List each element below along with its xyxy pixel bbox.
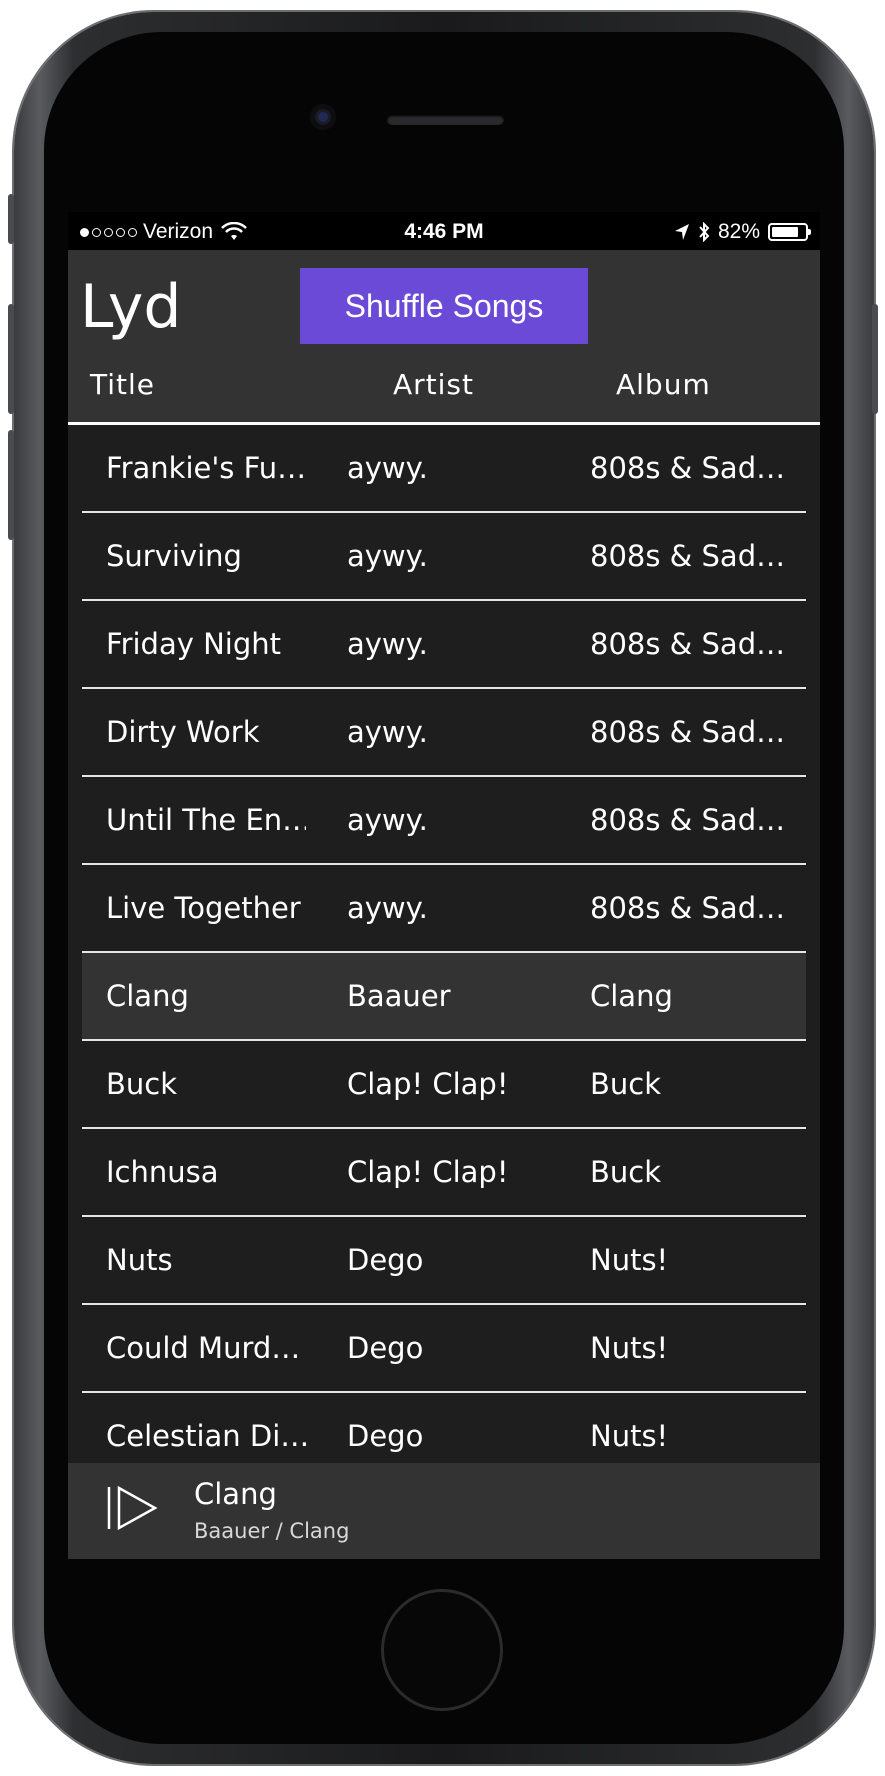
song-artist: Clap! Clap! xyxy=(347,1067,509,1101)
battery-level-fill xyxy=(772,227,799,237)
song-row[interactable]: Until The En… aywy. 808s & Sad… xyxy=(82,777,806,865)
now-playing-subtitle: Baauer / Clang xyxy=(194,1519,350,1543)
shuffle-songs-button[interactable]: Shuffle Songs xyxy=(300,268,588,344)
now-playing-title: Clang xyxy=(194,1477,277,1511)
song-album: 808s & Sad… xyxy=(590,891,786,925)
status-bar: Verizon 4:46 PM 82% xyxy=(68,212,820,250)
bluetooth-icon xyxy=(699,222,710,242)
song-row[interactable]: Friday Night aywy. 808s & Sad… xyxy=(82,601,806,689)
song-album: 808s & Sad… xyxy=(590,627,786,661)
power-button xyxy=(872,304,878,414)
song-row[interactable]: Surviving aywy. 808s & Sad… xyxy=(82,513,806,601)
play-icon[interactable] xyxy=(106,1485,158,1531)
song-artist: aywy. xyxy=(347,451,428,485)
song-row[interactable]: Clang Baauer Clang xyxy=(82,953,806,1041)
song-artist: Clap! Clap! xyxy=(347,1155,509,1189)
earpiece-speaker xyxy=(387,115,504,125)
song-list[interactable]: Frankie's Fu… aywy. 808s & Sad… Surviving ay… xyxy=(82,425,806,1475)
app-header: Lyd Shuffle Songs Title Artist Album xyxy=(68,250,820,424)
now-playing-bar[interactable]: Clang Baauer / Clang xyxy=(68,1463,820,1559)
mute-switch xyxy=(8,194,14,244)
song-artist: Dego xyxy=(347,1243,424,1277)
app-screen: Verizon 4:46 PM 82% Lyd Shuffle Songs Ti… xyxy=(68,212,820,1559)
song-title: Nuts xyxy=(106,1243,173,1277)
song-artist: Dego xyxy=(347,1331,424,1365)
song-album: 808s & Sad… xyxy=(590,451,786,485)
song-title: Could Murd… xyxy=(106,1331,301,1365)
song-album: Buck xyxy=(590,1155,662,1189)
song-album: Clang xyxy=(590,979,673,1013)
song-title: Buck xyxy=(106,1067,178,1101)
location-arrow-icon xyxy=(674,224,689,240)
song-title: Clang xyxy=(106,979,189,1013)
app-title: Lyd xyxy=(80,272,182,342)
song-album: Nuts! xyxy=(590,1331,669,1365)
song-title: Surviving xyxy=(106,539,242,573)
song-artist: aywy. xyxy=(347,539,428,573)
battery-percent: 82% xyxy=(717,220,760,243)
song-row[interactable]: Buck Clap! Clap! Buck xyxy=(82,1041,806,1129)
song-album: Nuts! xyxy=(590,1243,669,1277)
volume-down-button xyxy=(8,430,14,540)
song-title: Dirty Work xyxy=(106,715,260,749)
song-album: Buck xyxy=(590,1067,662,1101)
song-artist: aywy. xyxy=(347,715,428,749)
song-title: Until The En… xyxy=(106,803,306,837)
front-camera xyxy=(310,104,336,130)
song-row[interactable]: Dirty Work aywy. 808s & Sad… xyxy=(82,689,806,777)
column-header-artist[interactable]: Artist xyxy=(393,368,474,401)
song-row[interactable]: Ichnusa Clap! Clap! Buck xyxy=(82,1129,806,1217)
song-title: Live Together xyxy=(106,891,301,925)
song-row[interactable]: Could Murd… Dego Nuts! xyxy=(82,1305,806,1393)
song-album: 808s & Sad… xyxy=(590,803,786,837)
song-artist: Baauer xyxy=(347,979,451,1013)
battery-icon xyxy=(768,223,811,241)
song-row[interactable]: Live Together aywy. 808s & Sad… xyxy=(82,865,806,953)
song-artist: aywy. xyxy=(347,891,428,925)
home-button[interactable] xyxy=(384,1592,500,1708)
song-album: 808s & Sad… xyxy=(590,715,786,749)
song-artist: aywy. xyxy=(347,803,428,837)
column-header-album[interactable]: Album xyxy=(616,368,711,401)
song-album: 808s & Sad… xyxy=(590,539,786,573)
song-row[interactable]: Nuts Dego Nuts! xyxy=(82,1217,806,1305)
song-title: Ichnusa xyxy=(106,1155,219,1189)
volume-up-button xyxy=(8,304,14,414)
song-artist: aywy. xyxy=(347,627,428,661)
song-title: Frankie's Fu… xyxy=(106,451,306,485)
song-row[interactable]: Frankie's Fu… aywy. 808s & Sad… xyxy=(82,425,806,513)
column-header-title[interactable]: Title xyxy=(90,368,155,401)
song-title: Friday Night xyxy=(106,627,282,661)
